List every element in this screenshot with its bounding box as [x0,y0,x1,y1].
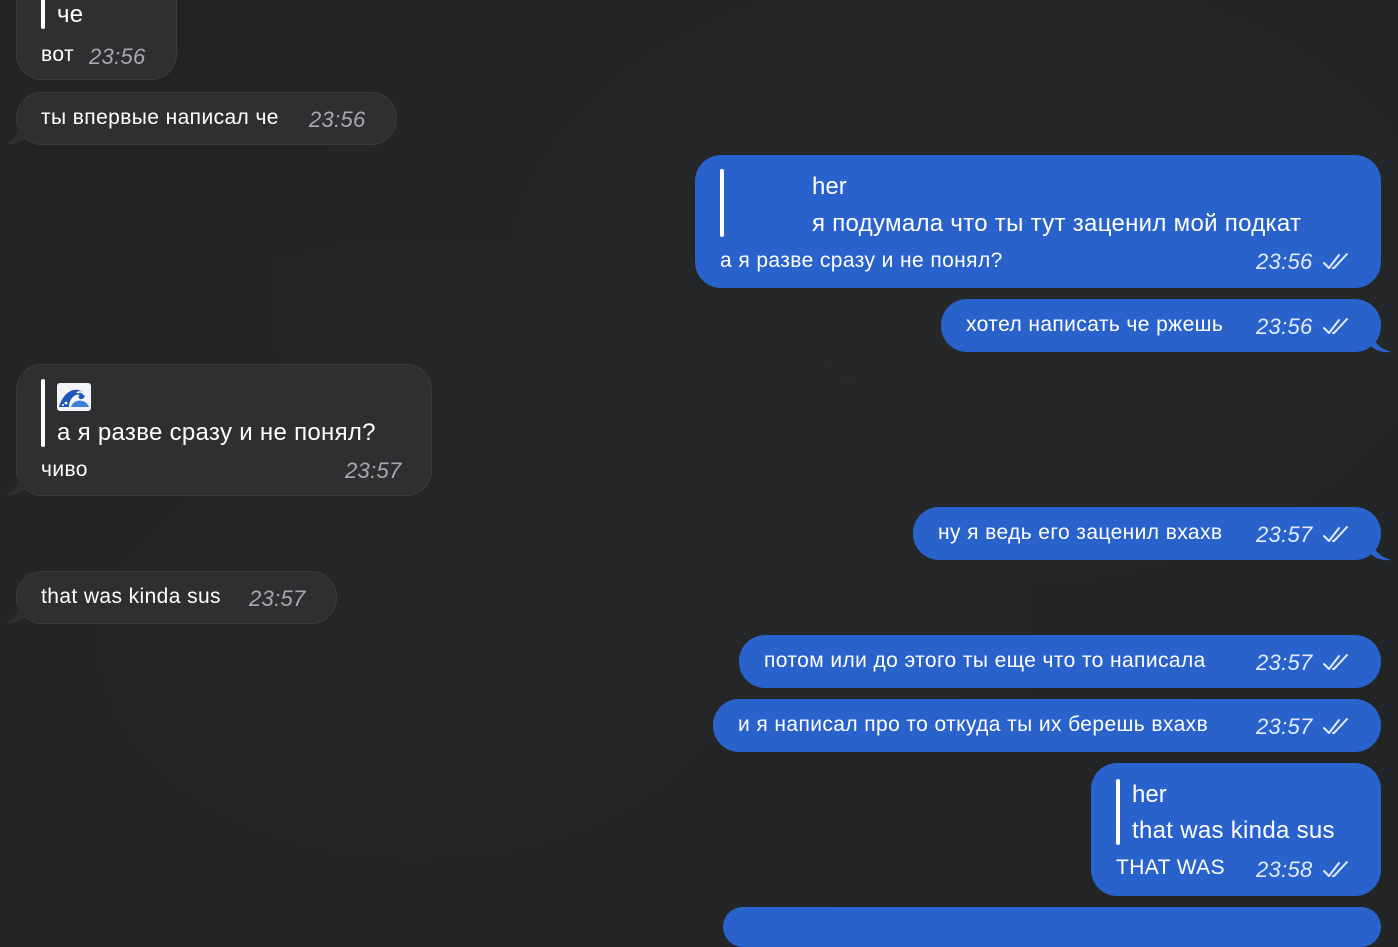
message-time: 23:57 [1256,714,1313,739]
double-check-icon [1323,718,1348,734]
message-time: 23:56 [1256,314,1313,339]
reply-text: я подумала что ты тут заценил мой подкат [812,210,1302,237]
message-bubble[interactable]: а я разве сразу и не понял? чиво 23:57 [16,364,432,496]
message-time: 23:57 [345,458,402,483]
reply-bar [41,379,45,447]
reply-text: че [57,1,84,28]
reply-bar [41,0,45,29]
message-bubble[interactable]: потом или до этого ты еще что то написал… [739,635,1381,688]
reply-author: her [1132,781,1167,808]
message-text: ты впервые написал че [41,106,279,129]
message-text: ну я ведь его заценил вхахв [938,521,1223,544]
bubble-tail [4,605,26,624]
message-text: вот [41,43,74,66]
message-time: 23:57 [1256,522,1313,547]
message-text: that was kinda sus [41,585,221,608]
message-bubble[interactable]: her я подумала что ты тут заценил мой по… [695,155,1381,288]
reply-bar [720,169,724,237]
message-time: 23:57 [249,586,306,611]
reply-author: her [812,173,847,200]
chat-area[interactable]: че вот 23:56 ты впервые написал че 23:56… [0,0,1398,947]
message-time: 23:56 [1256,249,1313,274]
message-bubble[interactable]: ну я ведь его заценил вхахв 23:57 [913,507,1381,560]
water-wave-icon [57,383,91,411]
message-bubble-partial[interactable] [723,907,1381,947]
message-bubble[interactable]: хотел написать че ржешь 23:56 [941,299,1381,352]
bubble-tail [4,477,26,496]
message-text: потом или до этого ты еще что то написал… [764,649,1206,672]
message-time: 23:58 [1256,857,1313,882]
message-text: чиво [41,458,88,481]
double-check-icon [1323,253,1348,269]
message-time: 23:56 [89,44,146,69]
message-time: 23:57 [1256,650,1313,675]
bubble-tail [1370,541,1392,561]
message-bubble[interactable]: her that was kinda sus THAT WAS 23:58 [1091,763,1381,896]
double-check-icon [1323,861,1348,877]
message-bubble[interactable]: that was kinda sus 23:57 [16,571,337,624]
message-time: 23:56 [309,107,366,132]
message-text: и я написал про то откуда ты их берешь в… [738,713,1209,736]
reply-text: that was kinda sus [1132,817,1335,844]
double-check-icon [1323,526,1348,542]
bubble-tail [1370,333,1392,353]
message-text: THAT WAS [1116,856,1225,879]
message-text: а я разве сразу и не понял? [720,249,1003,272]
reply-bar [1116,779,1120,845]
message-bubble[interactable]: ты впервые написал че 23:56 [16,92,397,145]
bubble-tail [4,126,26,145]
message-text: хотел написать че ржешь [966,313,1224,336]
double-check-icon [1323,318,1348,334]
reply-text: а я разве сразу и не понял? [57,419,376,446]
double-check-icon [1323,654,1348,670]
message-bubble[interactable]: и я написал про то откуда ты их берешь в… [713,699,1381,752]
message-bubble[interactable]: че вот 23:56 [16,0,177,80]
